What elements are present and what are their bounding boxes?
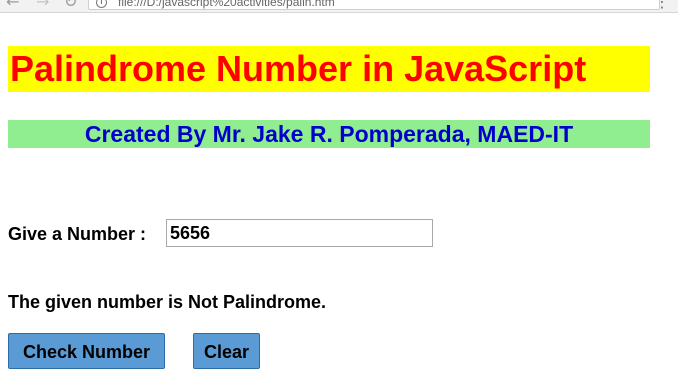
- address-bar[interactable]: i file:///D:/javascript%20activities/pal…: [88, 0, 660, 10]
- reload-icon[interactable]: ↻: [64, 0, 77, 10]
- menu-icon[interactable]: ⋮: [654, 0, 670, 10]
- clear-button[interactable]: Clear: [193, 333, 260, 369]
- address-url[interactable]: file:///D:/javascript%20activities/palin…: [118, 0, 335, 9]
- number-label: Give a Number :: [8, 224, 147, 244]
- browser-toolbar: ← → ↻ i file:///D:/javascript%20activiti…: [0, 0, 678, 13]
- author-credit: Created By Mr. Jake R. Pomperada, MAED-I…: [8, 120, 650, 148]
- back-arrow-icon[interactable]: ←: [6, 0, 19, 10]
- number-input[interactable]: [166, 219, 433, 247]
- check-number-button[interactable]: Check Number: [8, 333, 165, 369]
- page-title: Palindrome Number in JavaScript: [8, 46, 650, 92]
- info-icon[interactable]: i: [96, 0, 107, 8]
- result-message: The given number is Not Palindrome.: [8, 292, 327, 312]
- forward-arrow-icon[interactable]: →: [36, 0, 49, 10]
